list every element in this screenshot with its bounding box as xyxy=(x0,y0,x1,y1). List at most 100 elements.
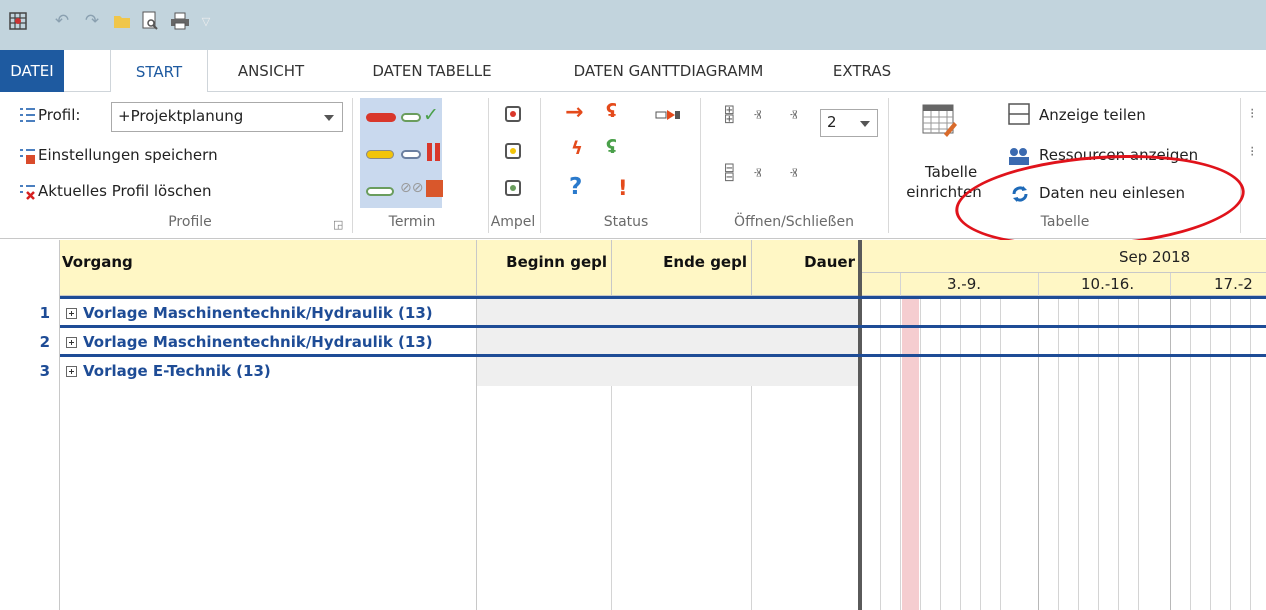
row-number: 1 xyxy=(39,304,50,322)
task-name-text: Vorlage Maschinentechnik/Hydraulik (13) xyxy=(83,333,433,351)
tab-daten-ganttdiagramm[interactable]: DATEN GANTTDIAGRAMM xyxy=(545,50,792,92)
overflow-icon[interactable]: ⁝ xyxy=(1250,106,1254,122)
expand-icon[interactable] xyxy=(66,366,77,377)
split-view-icon xyxy=(1008,103,1030,125)
column-header-vorgang[interactable]: Vorgang xyxy=(60,240,476,296)
timeline-week: 10.-16. xyxy=(1081,275,1135,293)
timeline-week: 17.-2 xyxy=(1214,275,1253,293)
tab-extras[interactable]: EXTRAS xyxy=(822,50,902,92)
tab-start[interactable]: START xyxy=(110,50,208,93)
expand-all-icon[interactable]: ⊞ ⊞ xyxy=(724,104,735,126)
task-name[interactable]: Vorlage Maschinentechnik/Hydraulik (13) xyxy=(66,299,433,328)
task-name[interactable]: Vorlage E-Technik (13) xyxy=(66,357,271,386)
day-gridline xyxy=(1138,296,1139,610)
column-header-beginn[interactable]: Beginn gepl xyxy=(476,240,611,296)
row-number: 3 xyxy=(39,362,50,380)
termin-red-pill-icon[interactable] xyxy=(366,113,396,122)
expand-icon[interactable] xyxy=(66,337,77,348)
save-settings-button[interactable]: Einstellungen speichern xyxy=(38,146,218,164)
day-gridline xyxy=(1098,296,1099,610)
overflow-icon-2[interactable]: ⁝ xyxy=(1250,144,1254,160)
profile-list-icon xyxy=(20,108,35,122)
status-arrow-right-icon[interactable] xyxy=(655,108,681,122)
day-gridline xyxy=(1190,296,1191,610)
quick-access-toolbar: ↶ ↷ ▽ xyxy=(0,0,1266,50)
task-name-text: Vorlage Maschinentechnik/Hydraulik (13) xyxy=(83,304,433,322)
delete-profile-button[interactable]: Aktuelles Profil löschen xyxy=(38,182,212,200)
table-row[interactable]: 2 Vorlage Maschinentechnik/Hydraulik (13… xyxy=(0,328,476,357)
row-header-column xyxy=(0,240,60,610)
termin-green-pill-icon[interactable] xyxy=(401,113,421,122)
day-gridline xyxy=(1210,296,1211,610)
group-label-termin: Termin xyxy=(388,214,436,230)
redo-icon[interactable]: ↷ xyxy=(80,9,104,33)
profile-label: Profil: xyxy=(38,106,81,124)
week-gridline xyxy=(1170,296,1171,610)
table-row[interactable]: 3 Vorlage E-Technik (13) xyxy=(0,357,476,386)
undo-icon[interactable]: ↶ xyxy=(50,9,74,33)
row-number: 2 xyxy=(39,333,50,351)
week-gridline xyxy=(1038,296,1039,610)
termin-empty-pill-icon[interactable] xyxy=(401,150,421,159)
row-data-cells xyxy=(477,298,858,386)
column-header-label: Beginn gepl xyxy=(506,253,607,271)
column-header-label: Ende gepl xyxy=(663,253,747,271)
status-person-red-icon[interactable]: ʢ xyxy=(606,100,617,122)
tree-expand-icon[interactable]: ⱐ xyxy=(754,106,761,126)
column-header-dauer[interactable]: Dauer xyxy=(751,240,859,296)
group-label-status: Status xyxy=(603,214,649,230)
traffic-light-red-icon[interactable] xyxy=(505,106,521,122)
tab-ansicht[interactable]: ANSICHT xyxy=(220,50,322,92)
print-preview-icon[interactable] xyxy=(138,9,162,33)
tab-file[interactable]: DATEI xyxy=(0,50,64,92)
table-row[interactable]: 1 Vorlage Maschinentechnik/Hydraulik (13… xyxy=(0,299,476,328)
chevron-down-icon xyxy=(324,115,334,121)
expand-icon[interactable] xyxy=(66,308,77,319)
question-icon[interactable]: ? xyxy=(569,174,582,200)
traffic-light-green-icon[interactable] xyxy=(505,180,521,196)
termin-yellow-pill-icon[interactable] xyxy=(366,150,394,159)
save-settings-icon xyxy=(20,149,35,164)
task-name[interactable]: Vorlage Maschinentechnik/Hydraulik (13) xyxy=(66,328,433,357)
column-header-label: Vorgang xyxy=(62,253,133,271)
collapse-all-icon[interactable]: ⊟ ⊟ xyxy=(724,162,735,184)
day-gridline xyxy=(980,296,981,610)
tab-daten-tabelle[interactable]: DATEN TABELLE xyxy=(356,50,508,92)
table-setup-button[interactable]: Tabelle xyxy=(925,163,977,181)
not-allowed-icon[interactable]: ⊘⊘ xyxy=(400,180,423,196)
column-header-ende[interactable]: Ende gepl xyxy=(611,240,751,296)
open-folder-icon[interactable] xyxy=(110,9,134,33)
customize-toolbar-icon[interactable]: ▽ xyxy=(194,9,218,33)
exclamation-icon[interactable]: ! xyxy=(618,176,628,200)
tree-collapse-level-icon[interactable]: ⱐ xyxy=(790,164,797,184)
dialog-launcher-icon[interactable]: ◲ xyxy=(333,218,343,231)
pause-icon[interactable] xyxy=(427,143,441,163)
termin-green-empty-pill-icon[interactable] xyxy=(366,187,394,196)
gantt-table: Vorgang Beginn gepl Ende gepl Dauer Sep … xyxy=(0,240,1266,610)
day-gridline xyxy=(1000,296,1001,610)
table-setup-icon[interactable] xyxy=(922,104,958,138)
traffic-light-yellow-icon[interactable] xyxy=(505,143,521,159)
stop-icon[interactable] xyxy=(426,180,443,197)
profile-select[interactable]: +Projektplanung xyxy=(111,102,343,132)
day-gridline xyxy=(1230,296,1231,610)
status-person-green-icon[interactable]: ʢ xyxy=(606,136,617,158)
print-icon[interactable] xyxy=(168,9,192,33)
today-marker xyxy=(902,296,919,610)
group-separator xyxy=(700,98,701,233)
day-gridline xyxy=(1118,296,1119,610)
tree-collapse-icon[interactable]: ⱐ xyxy=(754,164,761,184)
day-gridline xyxy=(1058,296,1059,610)
checkmark-icon[interactable]: ✓ xyxy=(423,104,439,126)
tree-level-icon[interactable]: ⱐ xyxy=(790,106,797,126)
split-view-button[interactable]: Anzeige teilen xyxy=(1039,106,1146,124)
week-divider xyxy=(900,273,901,296)
lightning-icon[interactable]: ϟ xyxy=(571,138,583,159)
group-label-oeffnen-schliessen: Öffnen/Schließen xyxy=(734,214,854,230)
group-separator xyxy=(352,98,353,233)
day-gridline xyxy=(1250,296,1251,610)
arrow-right-icon[interactable]: → xyxy=(565,100,583,125)
delete-profile-icon xyxy=(20,185,35,200)
group-label-profile: Profile xyxy=(168,214,212,230)
level-select[interactable]: 2 xyxy=(820,109,878,137)
